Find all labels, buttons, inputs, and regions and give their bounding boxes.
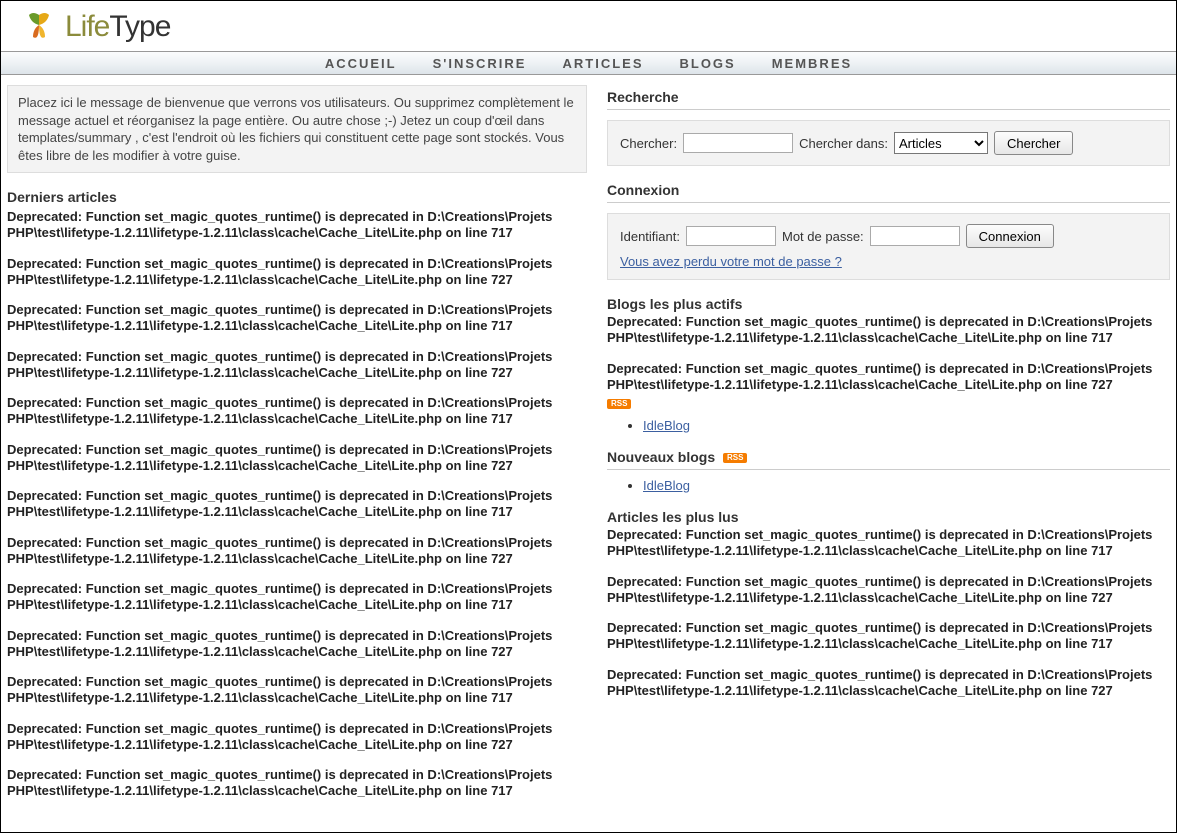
error-msg: Deprecated: Function set_magic_quotes_ru…	[7, 256, 587, 289]
error-msg: Deprecated: Function set_magic_quotes_ru…	[7, 535, 587, 568]
latest-articles-heading: Derniers articles	[7, 189, 587, 205]
search-in-select[interactable]: Articles	[894, 132, 988, 154]
error-msg: Deprecated: Function set_magic_quotes_ru…	[7, 628, 587, 661]
left-column: Placez ici le message de bienvenue que v…	[7, 85, 587, 814]
search-in-label: Chercher dans:	[799, 136, 888, 151]
search-input[interactable]	[683, 133, 793, 153]
search-label: Chercher:	[620, 136, 677, 151]
error-msg: Deprecated: Function set_magic_quotes_ru…	[7, 767, 587, 800]
error-msg: Deprecated: Function set_magic_quotes_ru…	[607, 667, 1170, 700]
error-msg: Deprecated: Function set_magic_quotes_ru…	[7, 581, 587, 614]
rss-icon[interactable]: RSS	[607, 399, 631, 409]
error-msg: Deprecated: Function set_magic_quotes_ru…	[7, 442, 587, 475]
login-heading: Connexion	[607, 182, 1170, 203]
active-blogs-list: IdleBlog	[607, 418, 1170, 433]
login-button[interactable]: Connexion	[966, 224, 1054, 248]
login-box: Identifiant: Mot de passe: Connexion Vou…	[607, 213, 1170, 280]
search-button[interactable]: Chercher	[994, 131, 1073, 155]
blog-link[interactable]: IdleBlog	[643, 418, 690, 433]
nav-sinscrire[interactable]: S'INSCRIRE	[433, 56, 527, 71]
logo-type: Type	[109, 10, 170, 43]
new-blogs-heading: Nouveaux blogs RSS	[607, 449, 1170, 470]
error-msg: Deprecated: Function set_magic_quotes_ru…	[607, 361, 1170, 394]
search-box: Chercher: Chercher dans: Articles Cherch…	[607, 120, 1170, 166]
logo-icon	[19, 7, 59, 47]
list-item: IdleBlog	[643, 478, 1170, 493]
error-msg: Deprecated: Function set_magic_quotes_ru…	[7, 349, 587, 382]
error-msg: Deprecated: Function set_magic_quotes_ru…	[7, 721, 587, 754]
new-blogs-label: Nouveaux blogs	[607, 449, 715, 465]
logo-text: LifeType	[65, 10, 170, 44]
content: Placez ici le message de bienvenue que v…	[1, 75, 1176, 814]
error-msg: Deprecated: Function set_magic_quotes_ru…	[7, 302, 587, 335]
blog-link[interactable]: IdleBlog	[643, 478, 690, 493]
header: LifeType	[1, 1, 1176, 51]
navbar: ACCUEIL S'INSCRIRE ARTICLES BLOGS MEMBRE…	[1, 51, 1176, 75]
rss-icon[interactable]: RSS	[723, 453, 747, 463]
nav-accueil[interactable]: ACCUEIL	[325, 56, 397, 71]
error-msg: Deprecated: Function set_magic_quotes_ru…	[607, 574, 1170, 607]
nav-blogs[interactable]: BLOGS	[679, 56, 735, 71]
top-articles-heading: Articles les plus lus	[607, 509, 1170, 525]
error-msg: Deprecated: Function set_magic_quotes_ru…	[607, 314, 1170, 347]
error-msg: Deprecated: Function set_magic_quotes_ru…	[607, 620, 1170, 653]
error-msg: Deprecated: Function set_magic_quotes_ru…	[7, 395, 587, 428]
welcome-message: Placez ici le message de bienvenue que v…	[7, 85, 587, 173]
login-pw-input[interactable]	[870, 226, 960, 246]
search-heading: Recherche	[607, 89, 1170, 110]
login-id-input[interactable]	[686, 226, 776, 246]
error-msg: Deprecated: Function set_magic_quotes_ru…	[7, 209, 587, 242]
error-msg: Deprecated: Function set_magic_quotes_ru…	[607, 527, 1170, 560]
right-column: Recherche Chercher: Chercher dans: Artic…	[607, 85, 1170, 814]
logo-life: Life	[65, 10, 109, 43]
error-msg: Deprecated: Function set_magic_quotes_ru…	[7, 488, 587, 521]
nav-membres[interactable]: MEMBRES	[772, 56, 852, 71]
error-msg: Deprecated: Function set_magic_quotes_ru…	[7, 674, 587, 707]
lost-password-link[interactable]: Vous avez perdu votre mot de passe ?	[620, 254, 1157, 269]
nav-articles[interactable]: ARTICLES	[562, 56, 643, 71]
login-pw-label: Mot de passe:	[782, 229, 864, 244]
login-id-label: Identifiant:	[620, 229, 680, 244]
new-blogs-list: IdleBlog	[607, 478, 1170, 493]
active-blogs-heading: Blogs les plus actifs	[607, 296, 1170, 312]
list-item: IdleBlog	[643, 418, 1170, 433]
